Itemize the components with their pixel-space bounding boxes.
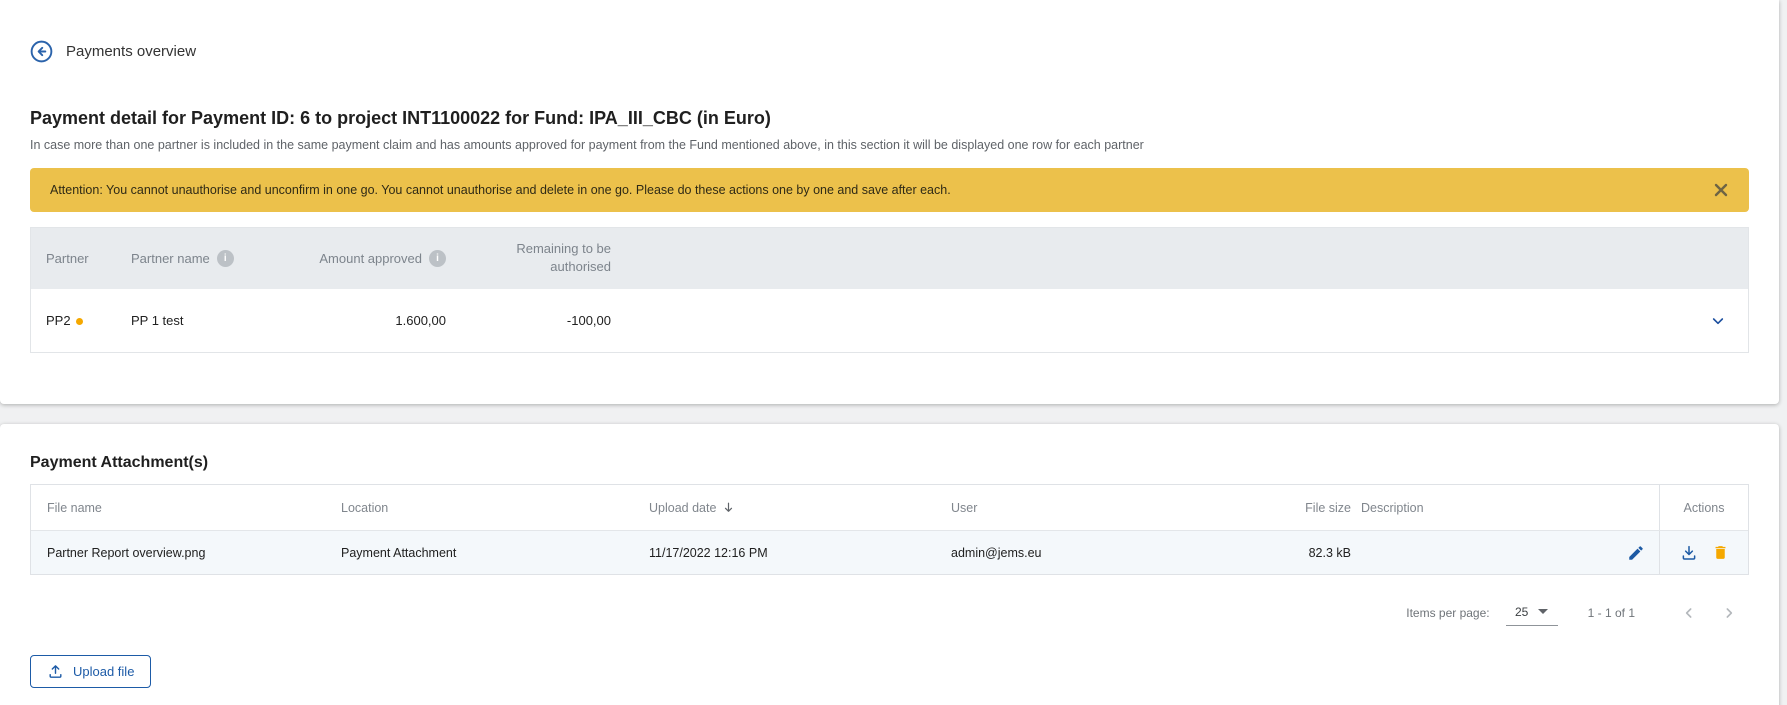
warning-banner: Attention: You cannot unauthorise and un… bbox=[30, 168, 1749, 212]
delete-file-button[interactable] bbox=[1712, 544, 1729, 561]
header-actions: Actions bbox=[1659, 485, 1748, 530]
upload-date-cell: 11/17/2022 12:16 PM bbox=[649, 546, 951, 560]
warning-banner-message: Attention: You cannot unauthorise and un… bbox=[50, 183, 951, 197]
download-file-button[interactable] bbox=[1680, 544, 1698, 562]
upload-button-label: Upload file bbox=[73, 664, 134, 679]
header-amount-approved-label: Amount approved bbox=[319, 251, 422, 266]
chevron-down-icon bbox=[1710, 313, 1726, 329]
upload-icon bbox=[47, 663, 64, 680]
previous-page-button[interactable] bbox=[1669, 593, 1709, 633]
partner-status-dot-icon bbox=[76, 318, 83, 325]
page-subtitle: In case more than one partner is include… bbox=[30, 138, 1749, 152]
header-description-label: Description bbox=[1361, 501, 1424, 515]
attachment-row: Partner Report overview.png Payment Atta… bbox=[31, 531, 1748, 574]
file-name-cell: Partner Report overview.png bbox=[31, 546, 341, 560]
back-circle-arrow-icon bbox=[30, 40, 53, 63]
payments-overview-back-link[interactable]: Payments overview bbox=[30, 40, 196, 63]
page-size-select[interactable]: 25 bbox=[1506, 601, 1558, 626]
edit-description-button[interactable] bbox=[1627, 544, 1645, 562]
file-size-cell: 82.3 kB bbox=[1281, 546, 1351, 560]
banner-close-button[interactable] bbox=[1711, 180, 1731, 200]
location-cell: Payment Attachment bbox=[341, 546, 649, 560]
page-title: Payment detail for Payment ID: 6 to proj… bbox=[30, 108, 1749, 129]
page-size-value: 25 bbox=[1515, 605, 1528, 619]
header-remaining: Remaining to be authorised bbox=[446, 240, 611, 275]
items-per-page-label: Items per page: bbox=[1406, 606, 1489, 620]
header-partner-name-label: Partner name bbox=[131, 251, 210, 266]
paginator: Items per page: 25 1 - 1 of 1 bbox=[30, 593, 1749, 633]
header-upload-date-label: Upload date bbox=[649, 501, 716, 515]
upload-file-button[interactable]: Upload file bbox=[30, 655, 151, 688]
description-cell bbox=[1351, 544, 1659, 562]
partner-name-cell: PP 1 test bbox=[116, 313, 311, 328]
header-file-name: File name bbox=[31, 501, 341, 515]
attachments-header-row: File name Location Upload date User File… bbox=[31, 485, 1748, 531]
attachments-section-title: Payment Attachment(s) bbox=[30, 454, 1749, 472]
remaining-cell: -100,00 bbox=[446, 313, 611, 328]
close-icon bbox=[1714, 183, 1728, 197]
header-location: Location bbox=[341, 501, 649, 515]
sort-descending-icon bbox=[722, 501, 735, 514]
info-icon[interactable]: i bbox=[217, 250, 234, 267]
next-page-button[interactable] bbox=[1709, 593, 1749, 633]
info-icon[interactable]: i bbox=[429, 250, 446, 267]
pencil-icon bbox=[1627, 544, 1645, 562]
attachments-table: File name Location Upload date User File… bbox=[30, 484, 1749, 575]
chevron-right-icon bbox=[1721, 605, 1737, 621]
header-partner: Partner bbox=[31, 251, 116, 266]
payment-attachments-card: Payment Attachment(s) File name Location… bbox=[0, 424, 1779, 705]
trash-icon bbox=[1712, 544, 1729, 561]
header-file-size: File size bbox=[1281, 501, 1351, 515]
header-amount-approved: Amount approved i bbox=[311, 250, 446, 267]
download-icon bbox=[1680, 544, 1698, 562]
partners-table-header-row: Partner Partner name i Amount approved i… bbox=[31, 228, 1748, 288]
header-description: Description bbox=[1351, 501, 1659, 515]
partner-cell: PP2 bbox=[31, 313, 116, 328]
header-upload-date[interactable]: Upload date bbox=[649, 501, 951, 515]
amount-approved-cell: 1.600,00 bbox=[311, 313, 446, 328]
payment-detail-card: Payments overview Payment detail for Pay… bbox=[0, 0, 1779, 404]
header-remaining-label: Remaining to be authorised bbox=[499, 240, 611, 275]
row-expand-button[interactable] bbox=[1710, 313, 1726, 329]
partner-table-row: PP2 PP 1 test 1.600,00 -100,00 bbox=[31, 288, 1748, 352]
page-range-label: 1 - 1 of 1 bbox=[1588, 606, 1635, 620]
header-partner-name: Partner name i bbox=[116, 250, 311, 267]
caret-down-icon bbox=[1538, 609, 1548, 614]
actions-cell bbox=[1659, 531, 1748, 574]
header-user: User bbox=[951, 501, 1281, 515]
user-cell: admin@jems.eu bbox=[951, 546, 1281, 560]
partner-code: PP2 bbox=[46, 313, 71, 328]
back-link-label: Payments overview bbox=[66, 43, 196, 60]
chevron-left-icon bbox=[1681, 605, 1697, 621]
partners-table: Partner Partner name i Amount approved i… bbox=[30, 227, 1749, 353]
